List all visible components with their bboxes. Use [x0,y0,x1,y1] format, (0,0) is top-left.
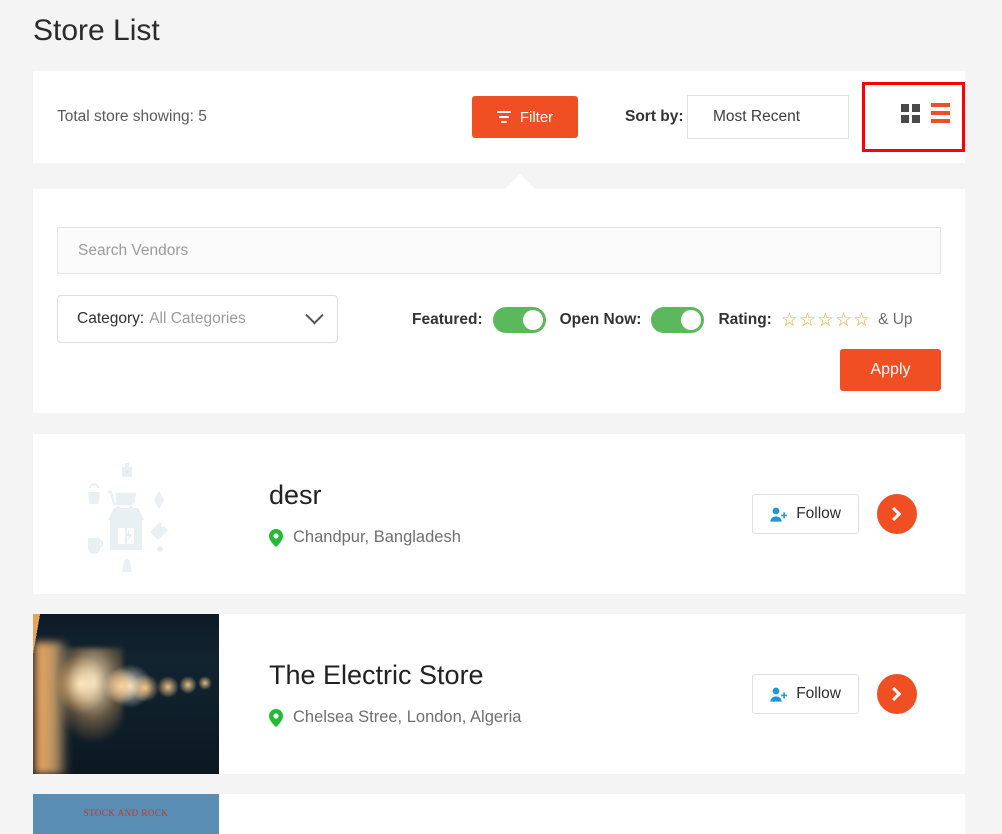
store-location: Chandpur, Bangladesh [269,528,752,547]
location-pin-icon [269,528,283,547]
store-thumbnail: STOCK AND ROCK [33,794,219,834]
store-info: desr Chandpur, Bangladesh [219,479,752,548]
store-actions: Follow [752,674,965,714]
user-plus-icon [770,507,788,522]
star-icon[interactable]: ☆ [799,311,816,330]
store-name: The Electric Store [269,659,484,690]
star-icon[interactable]: ☆ [835,311,852,330]
page-title: Store List [33,14,160,47]
grid-view-icon[interactable] [901,103,920,123]
store-location: Chelsea Stree, London, Algeria [269,708,752,727]
follow-button-label: Follow [796,685,841,702]
follow-button-label: Follow [796,505,841,522]
filter-icon [496,111,511,123]
sort-by-label: Sort by: [625,108,684,125]
follow-button[interactable]: Follow [752,494,859,534]
toggle-knob [681,310,702,330]
category-select[interactable]: Category: All Categories [57,295,338,343]
toggle-knob [522,310,543,330]
follow-button[interactable]: Follow [752,674,859,714]
store-thumbnail [33,434,219,594]
rating-stars[interactable]: ☆ ☆ ☆ ☆ ☆ [781,311,870,330]
search-input[interactable] [57,227,941,274]
store-actions: Follow [752,494,965,534]
star-icon[interactable]: ☆ [817,311,834,330]
store-card[interactable]: The Electric Store Chelsea Stree, London… [33,614,965,774]
store-list-page: Store List Total store showing: 5 Filter… [0,0,1002,834]
view-toggle-group [901,103,950,123]
category-label: Category: [77,310,145,327]
store-name: desr [269,479,322,510]
visit-store-button[interactable] [877,674,917,714]
user-plus-icon [770,687,788,702]
featured-label: Featured: [412,311,483,328]
open-now-label: Open Now: [559,311,642,328]
list-view-icon[interactable] [931,103,950,123]
toolbar: Total store showing: 5 Filter Sort by: M… [33,71,965,163]
store-thumbnail [33,614,219,774]
filter-panel: Category: All Categories Featured: Open … [33,189,965,413]
open-now-toggle[interactable] [651,307,705,333]
star-icon[interactable]: ☆ [781,311,798,330]
chevron-right-icon [887,686,902,702]
store-location-text: Chandpur, Bangladesh [293,528,461,547]
filter-button[interactable]: Filter [472,96,578,138]
sort-by-select[interactable]: Most Recent [687,95,849,139]
total-store-count: Total store showing: 5 [57,108,207,125]
thumbnail-brand-text: STOCK AND ROCK [83,808,169,818]
chevron-down-icon [305,305,324,324]
sort-by-value: Most Recent [713,108,801,125]
and-up-label: & Up [878,311,913,328]
rating-label: Rating: [718,311,772,328]
apply-button[interactable]: Apply [840,349,941,391]
store-card[interactable]: STOCK AND ROCK Stock In Rock Follow [33,794,965,834]
star-icon[interactable]: ☆ [853,311,870,330]
filter-panel-caret [505,174,535,189]
store-placeholder-icon [88,463,168,572]
visit-store-button[interactable] [877,494,917,534]
featured-toggle[interactable] [492,307,546,333]
store-card[interactable]: desr Chandpur, Bangladesh Follow [33,434,965,594]
filter-options-row: Featured: Open Now: Rating: ☆ ☆ ☆ ☆ ☆ & … [412,307,913,333]
store-info: The Electric Store Chelsea Stree, London… [219,659,752,728]
category-value: All Categories [149,310,246,327]
chevron-right-icon [887,506,902,522]
location-pin-icon [269,708,283,727]
filter-button-label: Filter [519,108,554,126]
store-location-text: Chelsea Stree, London, Algeria [293,708,522,727]
